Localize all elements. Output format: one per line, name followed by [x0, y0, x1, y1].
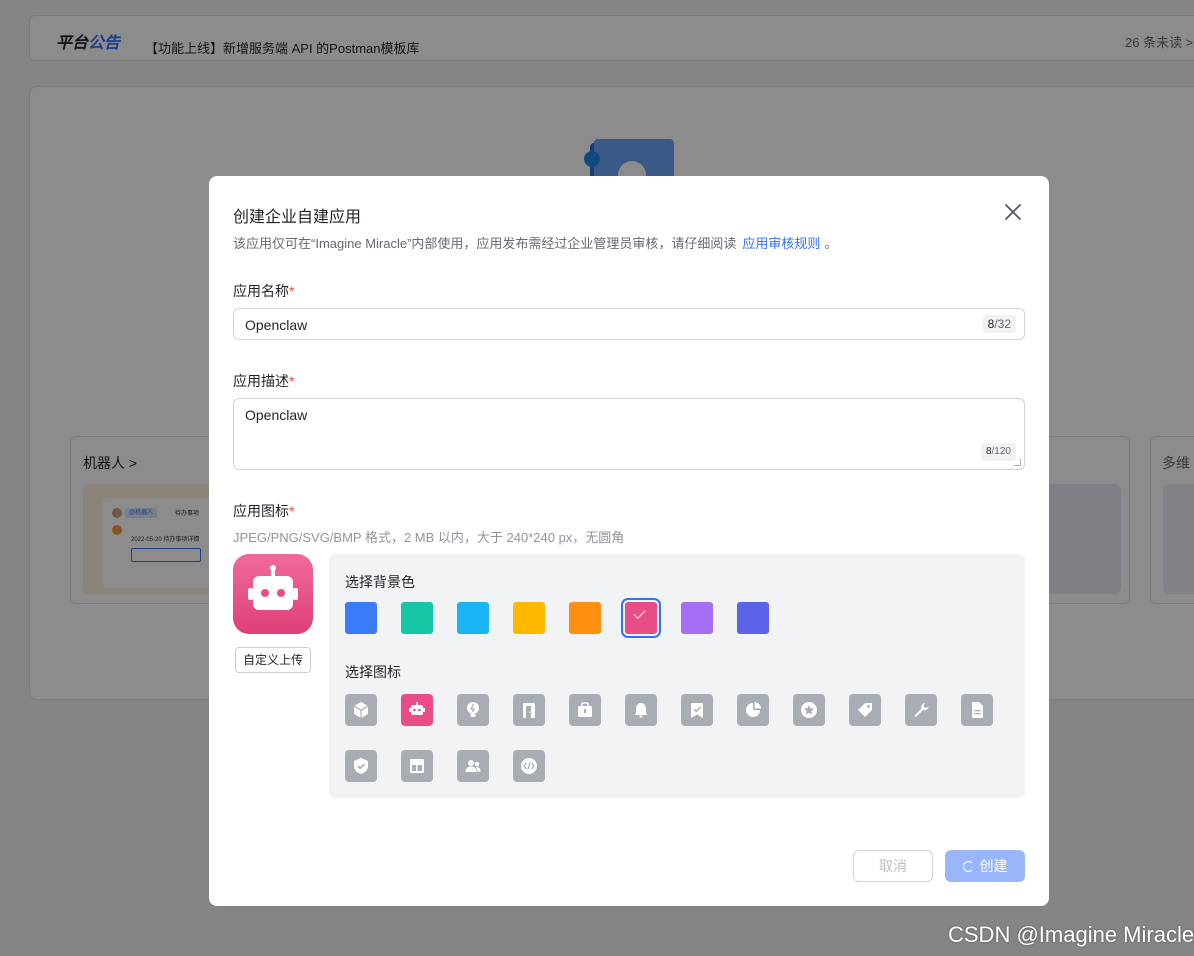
- check-icon: [633, 606, 646, 620]
- bg-color-swatch[interactable]: [345, 602, 377, 634]
- door-icon: [523, 703, 535, 718]
- create-app-dialog: 创建企业自建应用 该应用仅可在“Imagine Miracle”内部使用，应用发…: [209, 176, 1049, 906]
- layout-icon: [410, 759, 424, 773]
- icon-option-pie-chart[interactable]: [737, 694, 769, 726]
- bg-color-swatch[interactable]: [681, 602, 713, 634]
- watermark: CSDN @Imagine Miracle: [948, 922, 1194, 947]
- app-icon-hint: JPEG/PNG/SVG/BMP 格式，2 MB 以内，大于 240*240 p…: [233, 530, 625, 545]
- dialog-title: 创建企业自建应用: [233, 209, 362, 226]
- icon-option-door[interactable]: [513, 694, 545, 726]
- bg-color-swatch[interactable]: [621, 598, 661, 638]
- bg-color-title: 选择背景色: [345, 574, 415, 590]
- app-icon-preview: [233, 554, 313, 634]
- bg-color-swatch[interactable]: [569, 602, 601, 634]
- wrench-icon: [914, 703, 929, 717]
- app-icon-label: 应用图标*: [233, 503, 295, 519]
- briefcase-icon: [578, 702, 592, 717]
- shield-check-icon: [354, 758, 368, 774]
- tag-icon: [858, 703, 872, 717]
- document-icon: [972, 702, 983, 718]
- bg-color-swatch[interactable]: [401, 602, 433, 634]
- icon-option-users[interactable]: [457, 750, 489, 782]
- app-name-input[interactable]: Openclaw 8/32: [233, 308, 1025, 340]
- icon-option-cube[interactable]: [345, 694, 377, 726]
- app-desc-textarea[interactable]: Openclaw 8/120: [233, 398, 1025, 470]
- icon-option-code[interactable]: [513, 750, 545, 782]
- app-name-value[interactable]: Openclaw: [245, 317, 307, 333]
- cancel-button[interactable]: 取消: [853, 850, 933, 882]
- pie-chart-icon: [746, 702, 761, 717]
- review-rules-link[interactable]: 应用审核规则: [742, 236, 820, 251]
- icon-option-bookmark-check[interactable]: [681, 694, 713, 726]
- required-mark: *: [289, 503, 295, 519]
- bell-icon: [634, 703, 648, 718]
- app-desc-value[interactable]: Openclaw: [245, 407, 307, 423]
- code-icon: [521, 758, 537, 774]
- star-icon: [801, 702, 817, 718]
- dialog-subtitle: 该应用仅可在“Imagine Miracle”内部使用，应用发布需经过企业管理员…: [233, 233, 837, 252]
- dialog-subtitle-text: 该应用仅可在“Imagine Miracle”内部使用，应用发布需经过企业管理员…: [233, 236, 737, 251]
- app-desc-counter: 8/120: [980, 443, 1016, 461]
- icon-option-briefcase[interactable]: [569, 694, 601, 726]
- required-mark: *: [289, 283, 295, 299]
- close-icon[interactable]: [1003, 202, 1023, 222]
- create-button[interactable]: 创建: [945, 850, 1025, 882]
- bg-color-swatch[interactable]: [457, 602, 489, 634]
- robot-icon: [248, 565, 298, 610]
- bg-color-swatch[interactable]: [737, 602, 769, 634]
- icon-option-wrench[interactable]: [905, 694, 937, 726]
- app-name-label: 应用名称*: [233, 283, 295, 299]
- bg-color-swatch[interactable]: [513, 602, 545, 634]
- subtitle-period: 。: [824, 236, 838, 251]
- icon-option-lightbulb[interactable]: [457, 694, 489, 726]
- robot-icon: [409, 702, 425, 715]
- app-desc-label: 应用描述*: [233, 373, 295, 389]
- required-mark: *: [289, 373, 295, 389]
- icon-option-star[interactable]: [793, 694, 825, 726]
- cube-icon: [353, 702, 369, 718]
- loading-spinner-icon: [962, 861, 974, 872]
- icon-option-document[interactable]: [961, 694, 993, 726]
- icon-option-robot[interactable]: [401, 694, 433, 726]
- icon-picker-panel: 选择背景色 选择图标: [329, 554, 1025, 798]
- icon-select-title: 选择图标: [345, 664, 401, 680]
- lightbulb-icon: [467, 702, 479, 717]
- bookmark-check-icon: [691, 703, 703, 718]
- custom-upload-button[interactable]: 自定义上传: [235, 647, 311, 673]
- users-icon: [465, 760, 481, 772]
- icon-option-layout[interactable]: [401, 750, 433, 782]
- resize-handle[interactable]: [1014, 459, 1021, 466]
- icon-option-bell[interactable]: [625, 694, 657, 726]
- icon-option-tag[interactable]: [849, 694, 881, 726]
- app-name-counter: 8/32: [982, 315, 1016, 333]
- icon-option-shield-check[interactable]: [345, 750, 377, 782]
